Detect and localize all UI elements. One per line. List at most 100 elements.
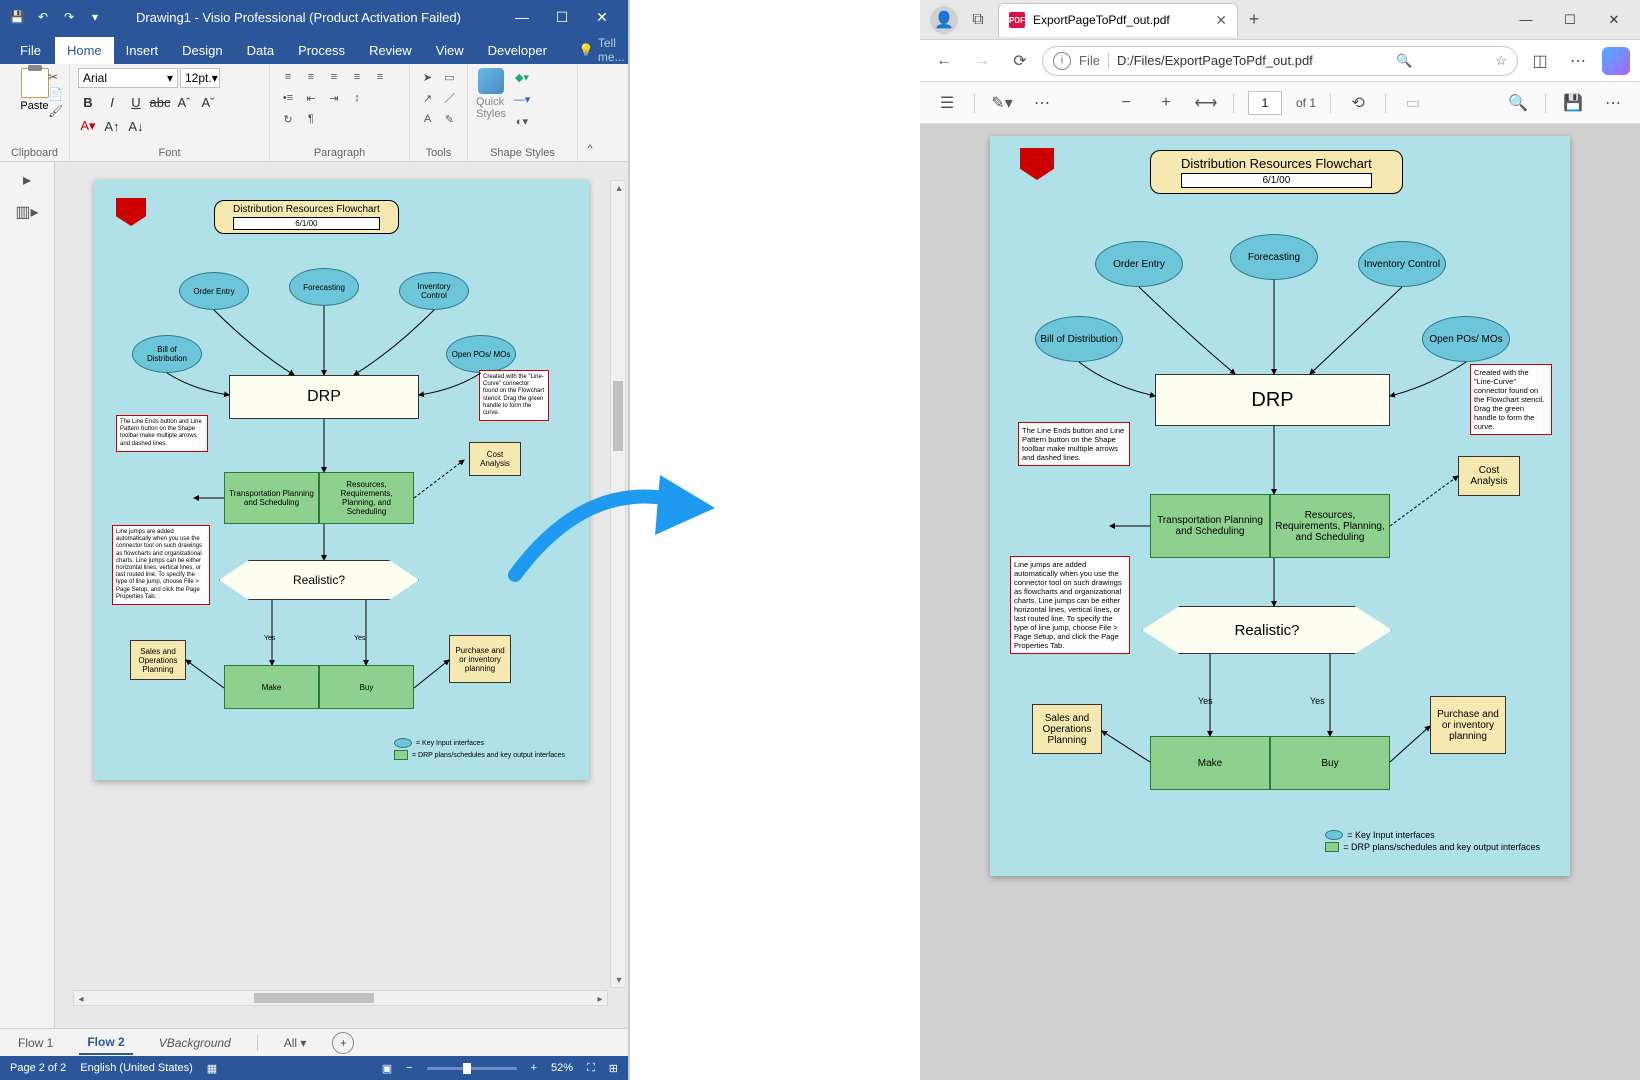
cut-icon[interactable]: ✂ — [48, 70, 63, 84]
add-page-button[interactable]: + — [332, 1032, 354, 1054]
minimize-button[interactable]: — — [502, 2, 542, 32]
page-tab-all[interactable]: All ▾ — [276, 1032, 315, 1054]
quick-styles-button[interactable]: Quick Styles — [476, 68, 506, 120]
line-button[interactable]: —▾ — [512, 90, 532, 108]
underline-button[interactable]: U — [126, 92, 146, 112]
format-painter-icon[interactable]: 🖌 — [48, 104, 63, 118]
back-button[interactable]: ← — [928, 45, 960, 77]
workspaces-icon[interactable]: ⧉ — [964, 6, 992, 34]
stencil-icon[interactable]: ▥▸ — [15, 202, 38, 222]
edge-maximize-button[interactable]: ☐ — [1548, 4, 1592, 36]
address-bar[interactable]: i File D:/Files/ExportPageToPdf_out.pdf … — [1042, 46, 1518, 76]
font-color-button[interactable]: A▾ — [78, 116, 98, 136]
align-left-button[interactable]: ≡ — [278, 68, 298, 86]
tab-developer[interactable]: Developer — [476, 37, 559, 64]
pdf-viewport[interactable]: Distribution Resources Flowchart 6/1/00 … — [920, 124, 1640, 1080]
zoom-out-button[interactable]: − — [406, 1062, 412, 1074]
node-open-pos[interactable]: Open POs/ MOs — [446, 335, 516, 373]
indent-inc-button[interactable]: ⇥ — [324, 89, 344, 107]
ribbon-collapse-button[interactable]: ^ — [578, 64, 602, 161]
node-inventory[interactable]: Inventory Control — [399, 272, 469, 310]
page-tab-vbackground[interactable]: VBackground — [151, 1032, 239, 1054]
tab-view[interactable]: View — [424, 37, 476, 64]
site-info-icon[interactable]: i — [1053, 52, 1071, 70]
redo-icon[interactable]: ↷ — [58, 6, 80, 28]
save-pdf-icon[interactable]: 💾 — [1560, 90, 1586, 116]
undo-icon[interactable]: ↶ — [32, 6, 54, 28]
vertical-scrollbar[interactable]: ▴ ▾ — [610, 180, 626, 988]
spacing-button[interactable]: ↕ — [347, 89, 367, 107]
ribbon-close-icon[interactable]: ✕ — [625, 44, 666, 64]
find-icon[interactable]: 🔍 — [1505, 90, 1531, 116]
direction-button[interactable]: ¶ — [301, 110, 321, 128]
effects-button[interactable]: ◐▾ — [512, 112, 532, 130]
tell-me-search[interactable]: 💡Tell me... — [579, 36, 625, 64]
node-transportation[interactable]: Transportation Planning and Scheduling — [224, 472, 319, 524]
node-bill[interactable]: Bill of Distribution — [132, 335, 202, 373]
node-sales[interactable]: Sales and Operations Planning — [130, 640, 186, 680]
align-mid-button[interactable]: ≡ — [370, 68, 390, 86]
tab-review[interactable]: Review — [357, 37, 424, 64]
shrink-font2-button[interactable]: A↓ — [126, 116, 146, 136]
node-drp[interactable]: DRP — [229, 375, 419, 419]
fit-width-icon[interactable]: ⟷ — [1193, 90, 1219, 116]
qat-more-icon[interactable]: ▾ — [84, 6, 106, 28]
addr-zoom-icon[interactable]: 🔍 — [1396, 53, 1412, 69]
font-size-select[interactable]: 12pt.▾ — [180, 68, 220, 88]
shapes-rail[interactable]: ▸ ▥▸ — [0, 162, 55, 1028]
close-button[interactable]: ✕ — [582, 2, 622, 32]
tab-home[interactable]: Home — [55, 37, 114, 64]
fit-page-button[interactable]: ⛶ — [587, 1062, 595, 1075]
text-tool-button[interactable]: A — [418, 110, 437, 128]
macro-icon[interactable]: ▦ — [207, 1062, 217, 1075]
pdf-more-icon[interactable]: ⋯ — [1600, 90, 1626, 116]
freeform-tool-button[interactable]: ✎ — [440, 110, 459, 128]
node-make[interactable]: Make — [224, 665, 319, 709]
draw-icon[interactable]: ✎▾ — [989, 90, 1015, 116]
zoom-in-button[interactable]: + — [531, 1062, 537, 1074]
zoom-slider[interactable] — [427, 1067, 517, 1070]
copy-icon[interactable]: 📄 — [48, 87, 63, 101]
more-tools-icon[interactable]: ⋯ — [1029, 90, 1055, 116]
tab-close-icon[interactable]: ✕ — [1215, 12, 1227, 29]
node-realistic[interactable]: Realistic? — [219, 560, 419, 600]
page-tab-flow1[interactable]: Flow 1 — [10, 1032, 61, 1054]
save-icon[interactable]: 💾 — [6, 6, 28, 28]
bold-button[interactable]: B — [78, 92, 98, 112]
indent-dec-button[interactable]: ⇤ — [301, 89, 321, 107]
grow-font2-button[interactable]: A↑ — [102, 116, 122, 136]
copilot-icon[interactable] — [1600, 45, 1632, 77]
visio-page[interactable]: Distribution Resources Flowchart 6/1/00 … — [94, 180, 589, 780]
favorite-icon[interactable]: ☆ — [1495, 53, 1507, 69]
settings-more-icon[interactable]: ⋯ — [1562, 45, 1594, 77]
browser-tab[interactable]: PDF ExportPageToPdf_out.pdf ✕ — [998, 3, 1238, 37]
horizontal-scrollbar[interactable]: ◂ ▸ — [73, 990, 608, 1006]
rotate-button[interactable]: ↻ — [278, 110, 298, 128]
node-purchase[interactable]: Purchase and or inventory planning — [449, 635, 511, 683]
contents-icon[interactable]: ☰ — [934, 90, 960, 116]
pointer-tool-button[interactable]: ➤ — [418, 68, 437, 86]
pdf-page-input[interactable] — [1248, 91, 1282, 115]
tab-data[interactable]: Data — [235, 37, 286, 64]
bullets-button[interactable]: •≡ — [278, 89, 298, 107]
tab-file[interactable]: File — [6, 37, 55, 64]
fill-button[interactable]: ◆▾ — [512, 68, 532, 86]
node-order-entry[interactable]: Order Entry — [179, 272, 249, 310]
tab-design[interactable]: Design — [170, 37, 234, 64]
maximize-button[interactable]: ☐ — [542, 2, 582, 32]
font-name-select[interactable]: Arial▾ — [78, 68, 178, 88]
profile-icon[interactable]: 👤 — [930, 6, 958, 34]
line-tool-button[interactable]: ／ — [440, 89, 459, 107]
edge-minimize-button[interactable]: — — [1504, 4, 1548, 36]
expand-rail-icon[interactable]: ▸ — [23, 170, 31, 190]
node-resources[interactable]: Resources, Requirements, Planning, and S… — [319, 472, 414, 524]
shrink-font-button[interactable]: Aˇ — [198, 92, 218, 112]
align-top-button[interactable]: ≡ — [347, 68, 367, 86]
tab-process[interactable]: Process — [286, 37, 357, 64]
strike-button[interactable]: abc — [150, 92, 170, 112]
rect-tool-button[interactable]: ▭ — [440, 68, 459, 86]
present-icon[interactable]: ▣ — [382, 1062, 392, 1075]
align-right-button[interactable]: ≡ — [324, 68, 344, 86]
zoom-in-icon[interactable]: + — [1153, 90, 1179, 116]
node-cost[interactable]: Cost Analysis — [469, 442, 521, 476]
